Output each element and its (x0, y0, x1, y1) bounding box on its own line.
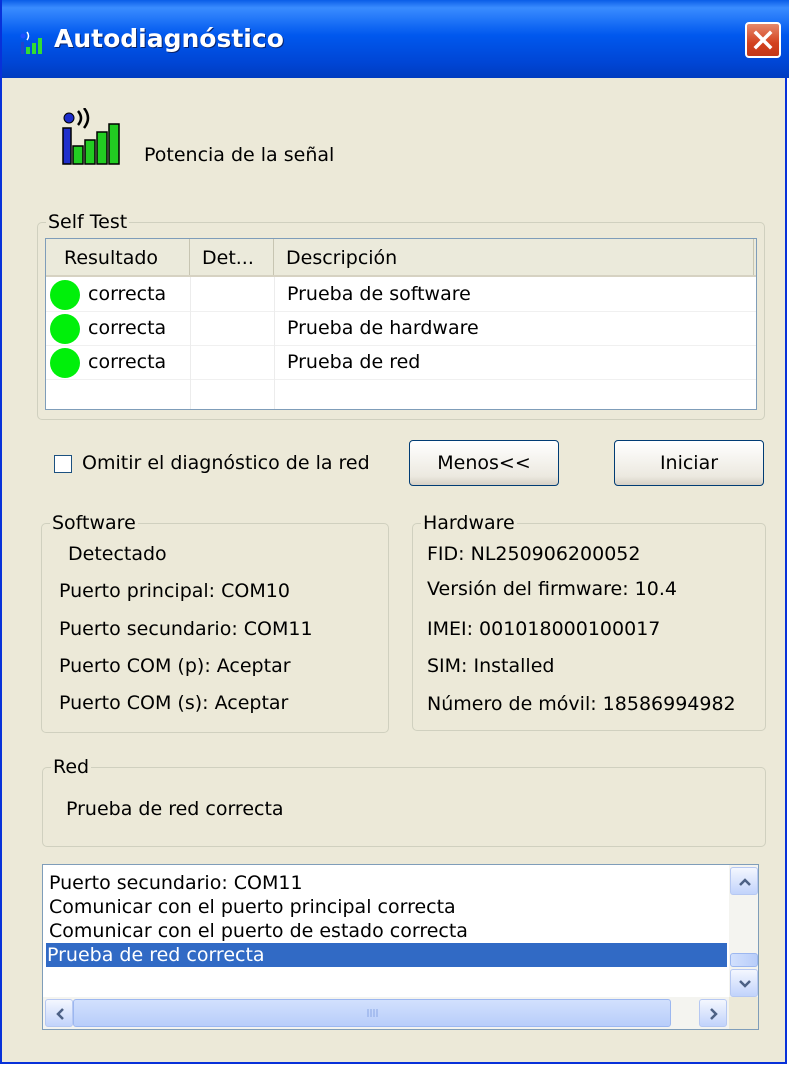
description-cell: Prueba de software (287, 283, 471, 305)
table-row[interactable]: correcta Prueba de software (46, 277, 756, 312)
column-header-detalle[interactable]: Det... (190, 239, 274, 275)
detail-cell (191, 277, 275, 311)
scrollbar-corner (729, 997, 758, 1029)
primary-port: Puerto principal: COM10 (59, 580, 290, 602)
result-cell: correcta (46, 345, 191, 379)
software-status: Detectado (68, 543, 167, 565)
list-item-selected[interactable]: Prueba de red correcta (46, 943, 727, 967)
table-row[interactable]: correcta Prueba de red (46, 345, 756, 380)
signal-strength-label: Potencia de la señal (144, 144, 335, 166)
software-title: Software (50, 511, 138, 535)
status-ok-icon (50, 348, 80, 378)
fid-value: FID: NL250906200052 (427, 543, 641, 565)
detail-cell (191, 311, 275, 345)
chevron-up-icon (739, 878, 751, 886)
table-row[interactable]: correcta Prueba de hardware (46, 311, 756, 346)
list-item[interactable]: Comunicar con el puerto principal correc… (48, 895, 729, 919)
start-button[interactable]: Iniciar (614, 440, 764, 486)
chevron-left-icon (56, 1008, 64, 1020)
log-listbox[interactable]: Puerto secundario: COM11 Comunicar con e… (42, 864, 759, 1030)
skip-network-label[interactable]: Omitir el diagnóstico de la red (82, 452, 370, 474)
network-status: Prueba de red correcta (66, 798, 284, 820)
scroll-down-button[interactable] (730, 969, 758, 997)
scroll-up-button[interactable] (730, 867, 758, 895)
list-header: Resultado Det... Descripción (46, 239, 756, 277)
column-header-resultado[interactable]: Resultado (46, 239, 190, 275)
self-test-title: Self Test (46, 210, 130, 234)
empty-cell (191, 379, 275, 409)
secondary-port: Puerto secundario: COM11 (59, 618, 313, 640)
scroll-left-button[interactable] (45, 999, 73, 1027)
imei-value: IMEI: 001018000100017 (427, 618, 661, 640)
hardware-title: Hardware (421, 511, 517, 535)
status-ok-icon (50, 314, 80, 344)
self-test-list[interactable]: Resultado Det... Descripción correcta Pr… (45, 238, 757, 410)
result-cell: correcta (46, 311, 191, 345)
result-text: correcta (88, 351, 167, 373)
description-cell: Prueba de red (287, 351, 421, 373)
list-item[interactable]: Comunicar con el puerto de estado correc… (48, 919, 729, 943)
network-title: Red (51, 755, 92, 779)
window-title: Autodiagnóstico (54, 24, 284, 53)
result-text: correcta (88, 283, 167, 305)
com-port-p: Puerto COM (p): Aceptar (59, 655, 291, 677)
com-port-s: Puerto COM (s): Aceptar (59, 692, 289, 714)
autodiagnostico-window: Autodiagnóstico Potencia de la señal Sel… (0, 0, 789, 1064)
title-bar[interactable]: Autodiagnóstico (2, 0, 789, 78)
firmware-version: Versión del firmware: 10.4 (427, 578, 677, 600)
signal-strength-icon (20, 31, 42, 54)
column-header-descripcion[interactable]: Descripción (274, 239, 754, 275)
result-cell: correcta (46, 277, 191, 311)
list-item[interactable]: Puerto secundario: COM11 (48, 871, 729, 895)
vertical-scrollbar[interactable] (729, 865, 758, 997)
empty-cell (46, 379, 191, 409)
chevron-right-icon (710, 1008, 718, 1020)
chevron-down-icon (739, 980, 751, 988)
close-button[interactable] (745, 22, 781, 58)
grip-icon (367, 1009, 378, 1017)
sim-status: SIM: Installed (427, 655, 555, 677)
skip-network-checkbox[interactable] (54, 455, 72, 473)
description-cell: Prueba de hardware (287, 317, 479, 339)
scroll-right-button[interactable] (699, 999, 727, 1027)
empty-row (46, 379, 756, 409)
close-icon (753, 30, 773, 50)
horizontal-scroll-thumb[interactable] (73, 999, 671, 1027)
mobile-number: Número de móvil: 18586994982 (427, 693, 736, 715)
result-text: correcta (88, 317, 167, 339)
less-button[interactable]: Menos<< (409, 440, 559, 486)
status-ok-icon (50, 280, 80, 310)
horizontal-scrollbar[interactable] (43, 997, 729, 1029)
detail-cell (191, 345, 275, 379)
vertical-scroll-thumb[interactable] (730, 953, 758, 967)
signal-strength-large-icon (62, 108, 120, 165)
